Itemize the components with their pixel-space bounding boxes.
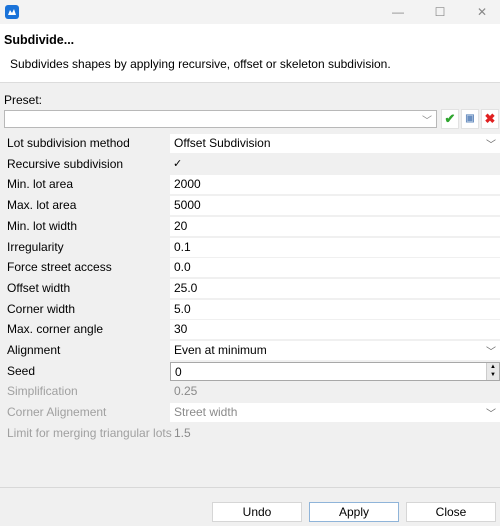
spin-down-icon[interactable]: ▼ — [487, 371, 499, 379]
param-label: Corner width — [7, 302, 76, 316]
param-label: Lot subdivision method — [7, 136, 130, 150]
param-input[interactable]: 20 — [170, 217, 500, 236]
param-dropdown[interactable]: Even at minimum ﹀ — [170, 341, 500, 360]
param-value: 5.0 — [174, 302, 191, 316]
footer-divider — [0, 487, 500, 488]
param-value: 0.1 — [174, 240, 191, 254]
chevron-down-icon: ﹀ — [486, 140, 496, 151]
param-label: Max. corner angle — [7, 322, 104, 336]
param-row: Recursive subdivision ✓ — [0, 155, 500, 174]
delete-icon: ✖ — [484, 111, 496, 126]
param-label: Seed — [7, 364, 36, 378]
param-label: Alignment — [7, 343, 61, 357]
title-bar: — ☐ ✕ — [0, 0, 500, 24]
param-row: Seed 0 ▲ ▼ — [0, 362, 500, 381]
dialog-header: Subdivide... Subdivides shapes by applyi… — [0, 24, 500, 83]
param-value: Offset Subdivision — [174, 136, 271, 150]
close-window-button[interactable]: ✕ — [462, 2, 500, 22]
param-value: 30 — [174, 322, 188, 336]
apply-button[interactable]: Apply — [309, 502, 399, 522]
param-label: Irregularity — [7, 240, 64, 254]
spinner-buttons[interactable]: ▲ ▼ — [486, 363, 499, 380]
recursive-checkbox[interactable]: ✓ — [170, 155, 500, 174]
param-row: Irregularity 0.1 — [0, 238, 500, 257]
param-row: Max. corner angle 30 — [0, 320, 500, 339]
param-value: 5000 — [174, 198, 201, 212]
param-row: Lot subdivision method Offset Subdivision… — [0, 134, 500, 153]
save-icon: ▣ — [465, 113, 475, 124]
param-value: 0.0 — [174, 260, 191, 274]
param-label: Recursive subdivision — [7, 157, 124, 171]
seed-spinner[interactable]: 0 ▲ ▼ — [170, 362, 500, 381]
param-value: 1.5 — [174, 426, 191, 440]
chevron-down-icon: ﹀ — [422, 116, 432, 127]
param-value: 0.25 — [174, 384, 198, 398]
param-dropdown: Street width ﹀ — [170, 403, 500, 422]
preset-label: Preset: — [4, 93, 43, 107]
param-row: Limit for merging triangular lots 1.5 — [0, 424, 500, 443]
save-preset-button[interactable]: ▣ — [461, 109, 479, 129]
param-value: 25.0 — [174, 281, 198, 295]
preset-dropdown[interactable]: ﹀ — [4, 110, 437, 128]
param-input: 0.25 — [170, 382, 500, 401]
param-row: Min. lot area 2000 — [0, 175, 500, 194]
param-input[interactable]: 5.0 — [170, 300, 500, 319]
param-value: Street width — [174, 405, 238, 419]
param-input[interactable]: 5000 — [170, 196, 500, 215]
param-row: Min. lot width 20 — [0, 217, 500, 236]
param-label: Offset width — [7, 281, 71, 295]
param-row: Force street access 0.0 — [0, 258, 500, 277]
param-value: 20 — [174, 219, 188, 233]
chevron-down-icon: ﹀ — [486, 409, 496, 420]
param-label: Corner Alignement — [7, 405, 107, 419]
param-input[interactable]: 0.1 — [170, 238, 500, 257]
param-row: Corner Alignement Street width ﹀ — [0, 403, 500, 422]
param-value: 2000 — [174, 177, 201, 191]
param-label: Force street access — [7, 260, 112, 274]
spin-up-icon[interactable]: ▲ — [487, 363, 499, 371]
chevron-down-icon: ﹀ — [486, 347, 496, 358]
param-row: Offset width 25.0 — [0, 279, 500, 298]
param-input[interactable]: 0.0 — [170, 258, 500, 277]
minimize-button[interactable]: — — [378, 2, 418, 22]
param-row: Simplification 0.25 — [0, 382, 500, 401]
dialog-title: Subdivide... — [4, 33, 75, 47]
close-button[interactable]: Close — [406, 502, 496, 522]
checkmark-icon[interactable]: ✓ — [173, 157, 182, 170]
param-label: Limit for merging triangular lots — [7, 426, 172, 440]
delete-preset-button[interactable]: ✖ — [481, 109, 499, 129]
app-logo-icon — [5, 5, 19, 19]
maximize-button[interactable]: ☐ — [420, 2, 460, 22]
param-row: Max. lot area 5000 — [0, 196, 500, 215]
param-input[interactable]: 30 — [170, 320, 500, 339]
param-value: 0 — [175, 365, 182, 379]
param-value: Even at minimum — [174, 343, 267, 357]
param-row: Corner width 5.0 — [0, 300, 500, 319]
param-input[interactable]: 25.0 — [170, 279, 500, 298]
param-input: 1.5 — [170, 424, 500, 443]
apply-preset-button[interactable]: ✔ — [441, 109, 459, 129]
undo-button[interactable]: Undo — [212, 502, 302, 522]
param-label: Min. lot area — [7, 177, 74, 191]
checkmark-icon: ✔ — [444, 111, 456, 126]
param-label: Simplification — [7, 384, 78, 398]
param-dropdown[interactable]: Offset Subdivision ﹀ — [170, 134, 500, 153]
dialog-description: Subdivides shapes by applying recursive,… — [10, 57, 391, 71]
param-label: Max. lot area — [7, 198, 77, 212]
param-label: Min. lot width — [7, 219, 78, 233]
param-row: Alignment Even at minimum ﹀ — [0, 341, 500, 360]
param-input[interactable]: 2000 — [170, 175, 500, 194]
